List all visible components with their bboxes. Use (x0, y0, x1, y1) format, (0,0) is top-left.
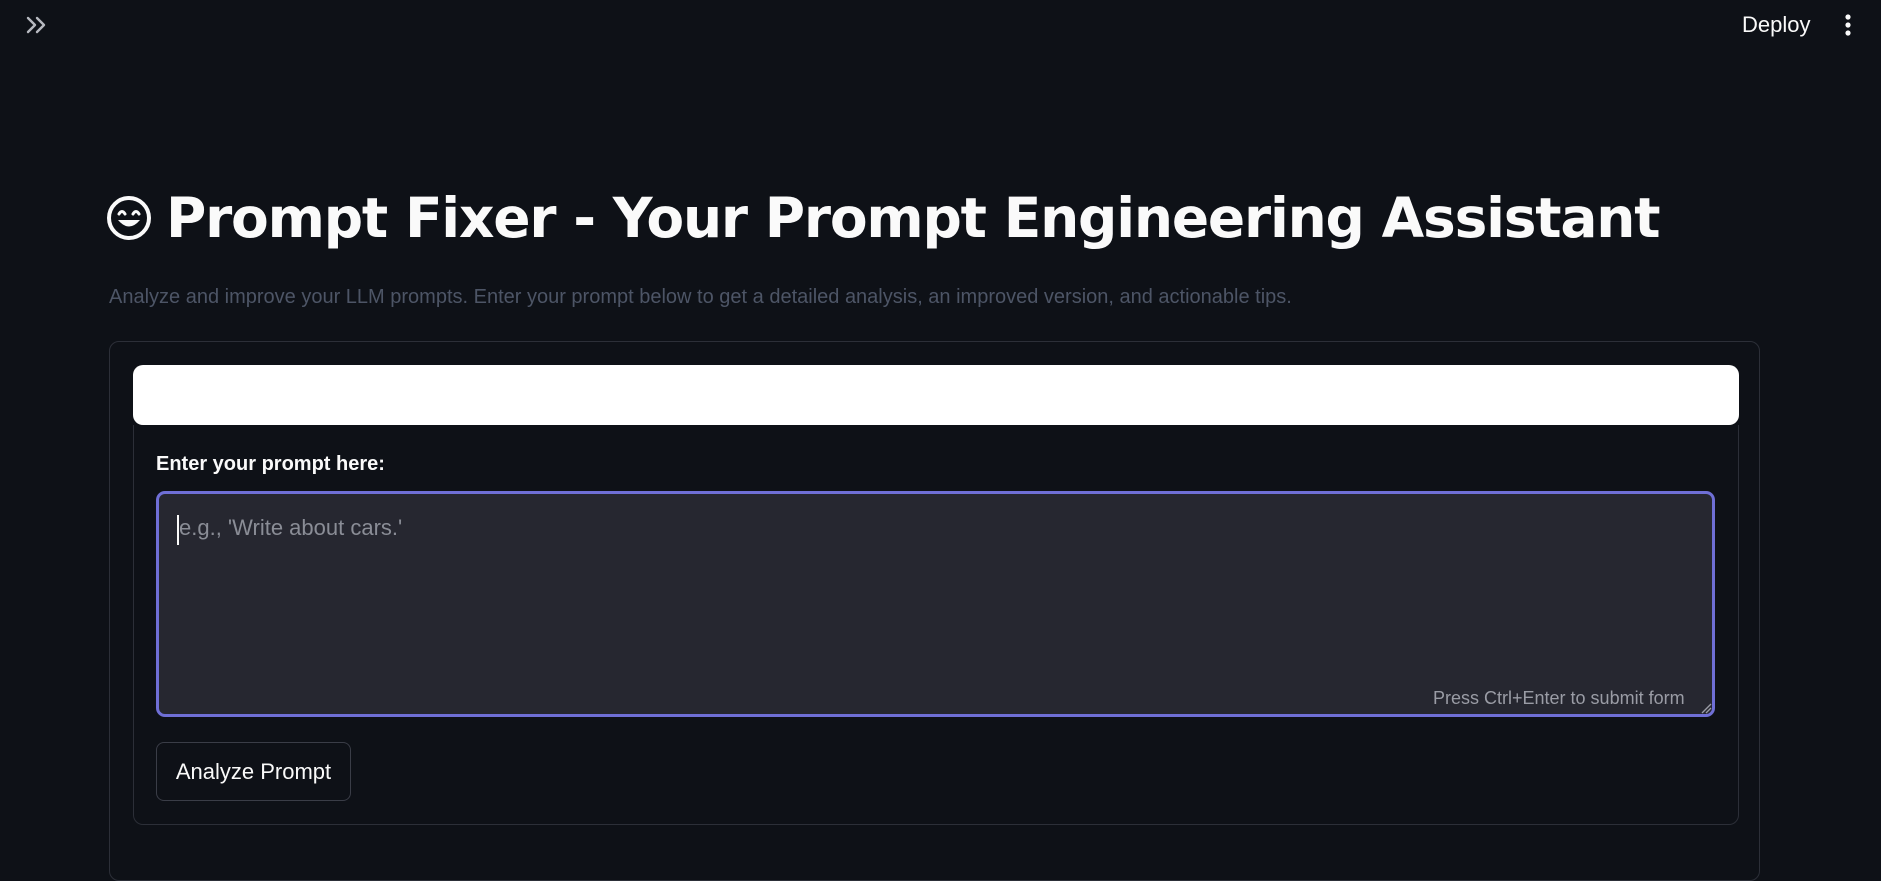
page-subtitle: Analyze and improve your LLM prompts. En… (109, 286, 1292, 308)
top-toolbar: Deploy (0, 0, 1881, 50)
resize-handle-icon[interactable] (1700, 702, 1712, 714)
prompt-placeholder: e.g., 'Write about cars.' (179, 515, 403, 540)
analyze-prompt-button[interactable]: Analyze Prompt (156, 742, 351, 801)
double-chevron-right-icon (26, 16, 46, 34)
white-banner (133, 365, 1739, 425)
vertical-ellipsis-icon (1845, 14, 1851, 36)
prompt-label: Enter your prompt here: (156, 453, 385, 475)
deploy-button[interactable]: Deploy (1730, 8, 1822, 42)
sidebar-toggle-button[interactable] (24, 12, 50, 38)
grinning-face-icon (107, 196, 151, 240)
main-menu-button[interactable] (1836, 10, 1860, 40)
text-cursor (177, 515, 179, 545)
submit-hint: Press Ctrl+Enter to submit form (1433, 688, 1685, 708)
page-title: Prompt Fixer - Your Prompt Engineering A… (106, 178, 1661, 258)
page-title-text: Prompt Fixer - Your Prompt Engineering A… (166, 186, 1661, 250)
